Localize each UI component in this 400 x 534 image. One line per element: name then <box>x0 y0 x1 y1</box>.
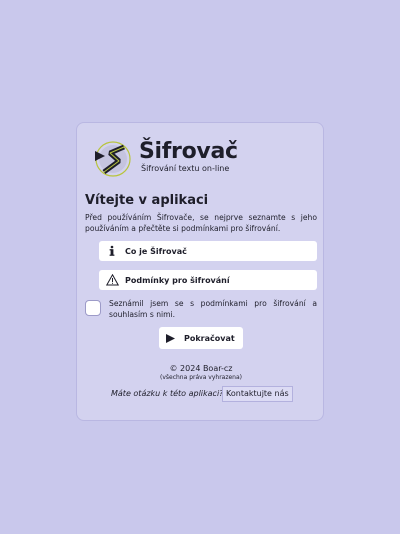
terms-button[interactable]: Podmínky pro šifrování <box>99 270 317 290</box>
app-title: Šifrovač <box>139 139 238 164</box>
contact-button[interactable]: Kontaktujte nás <box>222 386 293 402</box>
continue-button[interactable]: Pokračovat <box>159 327 243 349</box>
play-icon <box>165 333 176 344</box>
what-is-label: Co je Šifrovač <box>125 246 187 256</box>
continue-label: Pokračovat <box>184 333 235 343</box>
welcome-heading: Vítejte v aplikaci <box>85 193 209 208</box>
consent-checkbox[interactable] <box>85 300 101 316</box>
consent-label: Seznámil jsem se s podmínkami pro šifrov… <box>109 299 317 319</box>
terms-label: Podmínky pro šifrování <box>125 275 230 285</box>
what-is-button[interactable]: Co je Šifrovač <box>99 241 317 261</box>
copyright-text: © 2024 Boar-cz <box>169 364 233 373</box>
question-text: Máte otázku k této aplikaci? <box>111 389 224 398</box>
app-subtitle: Šifrování textu on-line <box>141 164 230 173</box>
welcome-card: Šifrovač Šifrování textu on-line Vítejte… <box>76 122 324 421</box>
info-icon <box>105 244 119 258</box>
shift-s-logo-icon <box>93 139 133 179</box>
intro-text: Před používáním Šifrovače, se nejprve se… <box>85 213 317 233</box>
rights-text: (všechna práva vyhrazena) <box>160 374 242 381</box>
warning-icon <box>105 273 119 287</box>
